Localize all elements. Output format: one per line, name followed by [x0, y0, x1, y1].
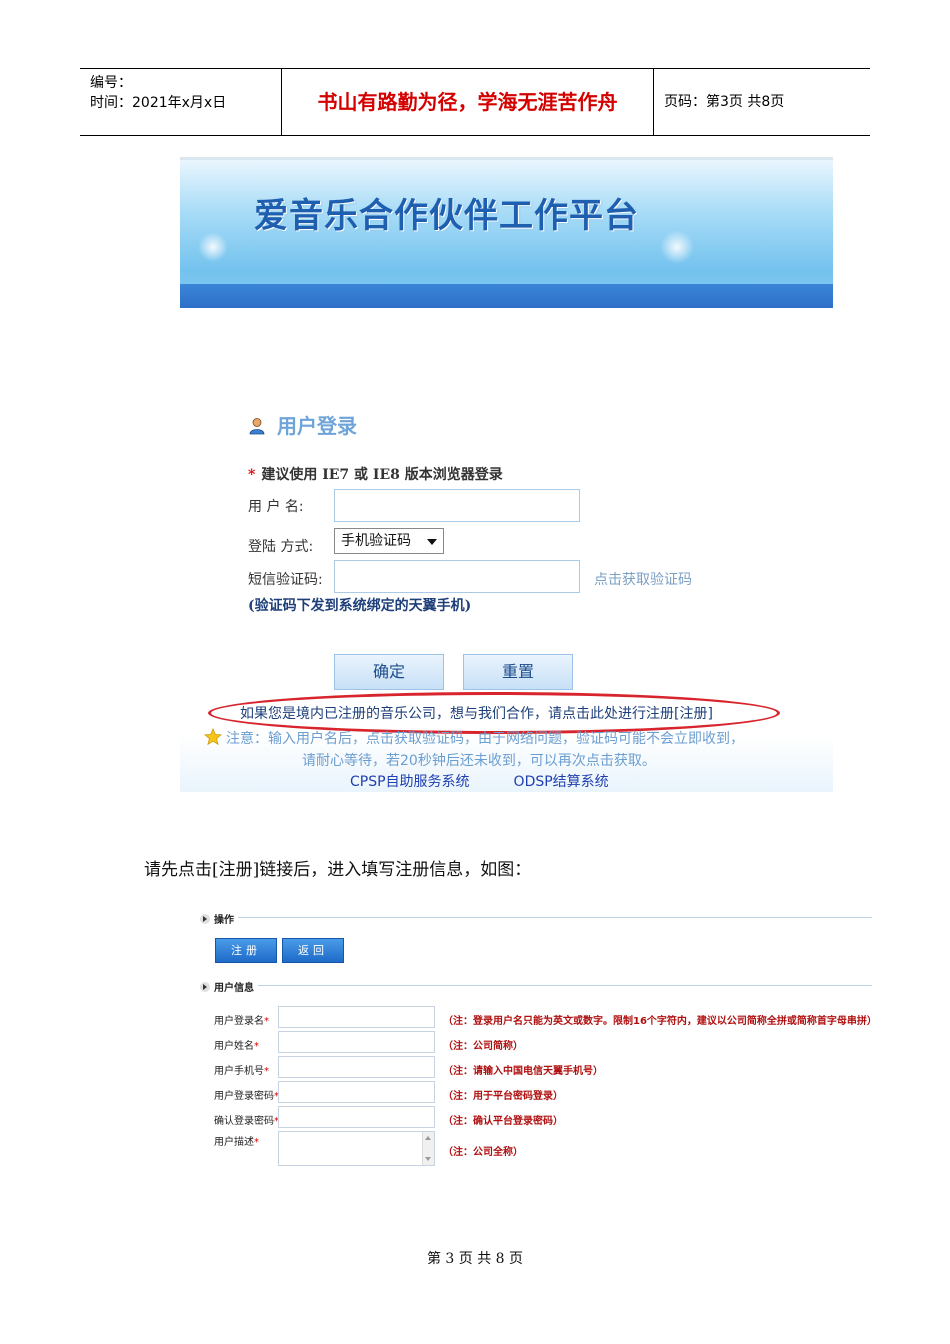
- field-label-user-name: 用户姓名*: [214, 1041, 259, 1052]
- login-panel: 用户登录 * 建议使用 IE7 或 IE8 版本浏览器登录 用 户 名: 登陆 方…: [180, 390, 833, 792]
- sms-code-input[interactable]: [334, 560, 580, 593]
- confirm-button[interactable]: 确定: [334, 654, 444, 690]
- user-icon: [249, 418, 265, 435]
- field-note-description: （注：公司全称）: [443, 1147, 523, 1158]
- login-method-label: 登陆 方式:: [248, 539, 314, 555]
- section-arrow-icon: [200, 914, 210, 924]
- textarea-scrollbar[interactable]: [422, 1132, 434, 1165]
- banner-title: 爱音乐合作伙伴工作平台: [254, 196, 639, 236]
- login-method-value: 手机验证码: [341, 533, 411, 549]
- notice-line-1: 注意：输入用户名后，点击获取验证码，由于网络问题，验证码可能不会立即收到，: [226, 731, 744, 747]
- login-title-text: 用户登录: [276, 414, 357, 438]
- code-delivery-note: (验证码下发到系统绑定的天翼手机): [248, 598, 472, 614]
- section-user-info-title: 用户信息: [214, 983, 254, 994]
- field-note-confirm-password: （注：确认平台登录密码）: [443, 1116, 563, 1127]
- reset-button[interactable]: 重置: [463, 654, 573, 690]
- login-name-input[interactable]: [278, 1006, 435, 1028]
- section-user-info: 用户信息: [200, 979, 254, 994]
- field-note-password: （注：用于平台密码登录）: [443, 1091, 563, 1102]
- banner-bottom-strip: [180, 284, 833, 308]
- section-operation-title: 操作: [214, 915, 234, 926]
- platform-banner: 爱音乐合作伙伴工作平台: [180, 157, 833, 308]
- login-method-select[interactable]: 手机验证码: [334, 528, 444, 554]
- scroll-down-icon: [425, 1157, 431, 1161]
- odsp-link[interactable]: ODSP结算系统: [514, 774, 609, 790]
- cpsp-link[interactable]: CPSP自助服务系统: [350, 774, 470, 790]
- page-footer: 第 3 页 共 8 页: [426, 1251, 524, 1267]
- field-label-password: 用户登录密码*: [214, 1091, 279, 1102]
- register-button[interactable]: 注册: [215, 938, 277, 963]
- field-note-phone: （注：请输入中国电信天翼手机号）: [443, 1066, 603, 1077]
- header-number-label: 编号：: [90, 75, 132, 91]
- login-title: 用户登录: [248, 410, 357, 439]
- field-label-confirm-password: 确认登录密码*: [214, 1116, 279, 1127]
- header-page-info: 页码：第3页 共8页: [664, 94, 785, 110]
- browser-hint-text: 建议使用 IE7 或 IE8 版本浏览器登录: [261, 467, 503, 483]
- header-meta: 编号： 时间：2021年x月x日: [80, 69, 282, 135]
- instruction-paragraph: 请先点击[注册]链接后，进入填写注册信息，如图：: [144, 860, 532, 880]
- password-input[interactable]: [278, 1081, 435, 1103]
- document-header: 编号： 时间：2021年x月x日 书山有路勤为径，学海无涯苦作舟 页码：第3页 …: [80, 68, 870, 136]
- confirm-password-input[interactable]: [278, 1106, 435, 1128]
- login-notice: 注意：输入用户名后，点击获取验证码，由于网络问题，验证码可能不会立即收到， 请耐…: [204, 728, 744, 772]
- hint-star: *: [248, 467, 256, 483]
- banner-glow-right: [660, 230, 694, 264]
- field-note-user-name: （注：公司简称）: [443, 1041, 523, 1052]
- field-label-phone: 用户手机号*: [214, 1066, 269, 1077]
- scroll-up-icon: [425, 1136, 431, 1140]
- star-icon: [204, 728, 222, 746]
- header-motto: 书山有路勤为径，学海无涯苦作舟: [282, 69, 654, 135]
- field-note-login-name: （注：登录用户名只能为英文或数字。限制16个字符内，建议以公司简称全拼或简称首字…: [443, 1016, 877, 1027]
- banner-glow-left: [198, 232, 228, 262]
- sms-code-label: 短信验证码:: [248, 572, 323, 588]
- section-arrow-icon: [200, 982, 210, 992]
- user-name-input[interactable]: [278, 1031, 435, 1053]
- notice-line-2: 请耐心等待，若20秒钟后还未收到，可以再次点击获取。: [302, 753, 656, 769]
- username-input[interactable]: [334, 489, 580, 522]
- username-label: 用 户 名:: [248, 499, 304, 515]
- header-time-label: 时间：2021年x月x日: [90, 95, 227, 111]
- chevron-down-icon: [427, 539, 437, 545]
- section-divider: [258, 985, 872, 986]
- browser-hint: * 建议使用 IE7 或 IE8 版本浏览器登录: [248, 464, 503, 484]
- section-operation: 操作: [200, 911, 234, 926]
- section-divider: [238, 917, 872, 918]
- phone-input[interactable]: [278, 1056, 435, 1078]
- system-links: CPSP自助服务系统 ODSP结算系统: [350, 771, 653, 791]
- field-label-login-name: 用户登录名*: [214, 1016, 269, 1027]
- back-button[interactable]: 返回: [282, 938, 344, 963]
- field-label-description: 用户描述*: [214, 1137, 259, 1148]
- description-textarea[interactable]: [278, 1131, 435, 1166]
- get-code-link[interactable]: 点击获取验证码: [594, 569, 692, 589]
